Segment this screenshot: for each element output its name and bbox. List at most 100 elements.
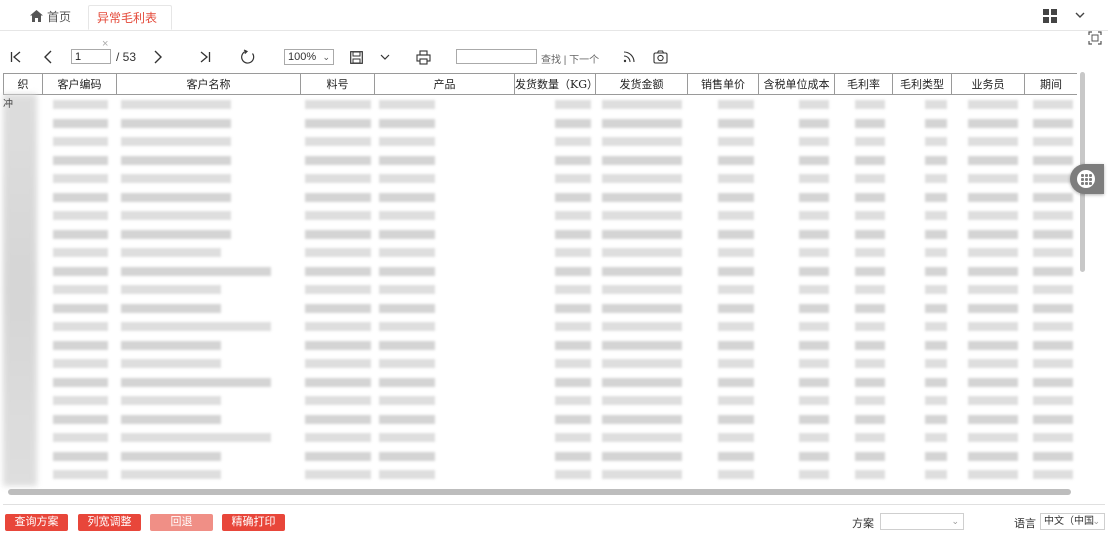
table-cell [952,373,1025,392]
chevron-down-icon[interactable] [1073,8,1087,22]
scheme-select[interactable]: ⌄ [880,513,964,530]
table-row[interactable] [4,262,1078,281]
page-number-input[interactable]: 1 [71,49,111,64]
table-row[interactable] [4,95,1078,114]
table-row[interactable] [4,151,1078,170]
col-header-shipped-amount[interactable]: 发货金额 [595,73,688,95]
col-header-product[interactable]: 产品 [374,73,515,95]
redacted-value [798,396,829,405]
table-row[interactable] [4,428,1078,447]
last-page-button[interactable] [197,44,213,70]
table-cell [759,188,835,207]
table-cell [893,447,952,466]
col-header-gross-margin[interactable]: 毛利率 [834,73,893,95]
table-cell [688,132,759,151]
col-header-margin-type[interactable]: 毛利类型 [892,73,952,95]
redacted-value [52,377,108,387]
next-page-button[interactable] [150,44,166,70]
camera-icon [652,50,668,64]
save-button[interactable] [348,44,364,70]
col-header-customer-code[interactable]: 客户编码 [42,73,117,95]
precise-print-button[interactable]: 精确打印 [222,514,285,531]
save-options-button[interactable] [378,44,392,70]
col-header-shipped-qty[interactable]: 发货数量（KG） [514,73,596,95]
table-row[interactable] [4,243,1078,262]
col-header-unit-cost[interactable]: 含税单位成本 [758,73,835,95]
table-cell [688,262,759,281]
table-cell [43,151,117,170]
table-cell [375,465,515,484]
table-cell [515,299,596,318]
table-cell [375,132,515,151]
rollback-button[interactable]: 回退 [150,514,213,531]
redacted-value [304,303,371,313]
chevron-right-icon [154,50,162,64]
redacted-value [52,229,108,239]
tab-home[interactable]: 首页 [22,5,79,30]
table-cell [688,280,759,299]
redacted-value [798,137,829,146]
table-cell [952,410,1025,429]
redacted-value [924,322,947,331]
redacted-value [717,396,754,405]
table-cell [1025,317,1078,336]
fullscreen-icon[interactable] [1088,31,1102,45]
redacted-value [554,137,591,146]
prev-page-button[interactable] [40,44,56,70]
table-row[interactable] [4,299,1078,318]
snapshot-button[interactable] [652,44,668,70]
table-cell [596,151,688,170]
table-cell [43,447,117,466]
col-header-unit-price[interactable]: 销售单价 [687,73,759,95]
table-row[interactable] [4,225,1078,244]
table-row[interactable] [4,336,1078,355]
horizontal-scrollbar[interactable] [8,489,1071,495]
column-width-button[interactable]: 列宽调整 [78,514,141,531]
table-row[interactable] [4,280,1078,299]
language-select[interactable]: 中文（中国 ⌄ [1040,513,1105,530]
table-row[interactable] [4,114,1078,133]
table-cell [301,299,375,318]
find-next-link[interactable]: 查找 | 下一个 [541,51,599,66]
table-row[interactable] [4,373,1078,392]
table-cell [1025,132,1078,151]
col-header-customer-name[interactable]: 客户名称 [116,73,301,95]
zoom-select[interactable]: 100% ⌄ [284,49,334,65]
col-header-item-number[interactable]: 料号 [300,73,375,95]
table-row[interactable] [4,447,1078,466]
tab-abnormal-gross-profit[interactable]: 异常毛利表× [88,5,172,50]
col-header-org[interactable]: 织 [3,73,43,95]
table-cell [952,114,1025,133]
first-page-button[interactable] [8,44,24,70]
table-row[interactable] [4,410,1078,429]
table-row[interactable] [4,465,1078,484]
table-row[interactable] [4,169,1078,188]
find-input[interactable] [456,49,537,64]
table-cell [893,428,952,447]
redacted-value [304,322,371,331]
rss-icon [623,51,635,63]
redacted-value [52,211,108,220]
table-row[interactable] [4,354,1078,373]
floating-menu-button[interactable] [1070,164,1104,194]
table-row[interactable] [4,132,1078,151]
rss-button[interactable] [621,44,637,70]
table-cell [835,169,893,188]
table-row[interactable] [4,391,1078,410]
redacted-value [304,266,371,276]
table-row[interactable] [4,317,1078,336]
table-cell [835,132,893,151]
zoom-caret-icon: ⌄ [322,52,330,62]
table-row[interactable] [4,206,1078,225]
col-header-salesperson[interactable]: 业务员 [951,73,1025,95]
table-row[interactable] [4,188,1078,207]
refresh-button[interactable] [239,44,257,70]
table-cell [835,225,893,244]
table-cell [952,151,1025,170]
col-header-period[interactable]: 期间 [1024,73,1077,95]
query-scheme-button[interactable]: 查询方案 [5,514,68,531]
print-button[interactable] [415,44,431,70]
redacted-value [304,377,371,387]
app-grid-icon[interactable] [1043,9,1057,23]
redacted-value [1032,285,1073,294]
